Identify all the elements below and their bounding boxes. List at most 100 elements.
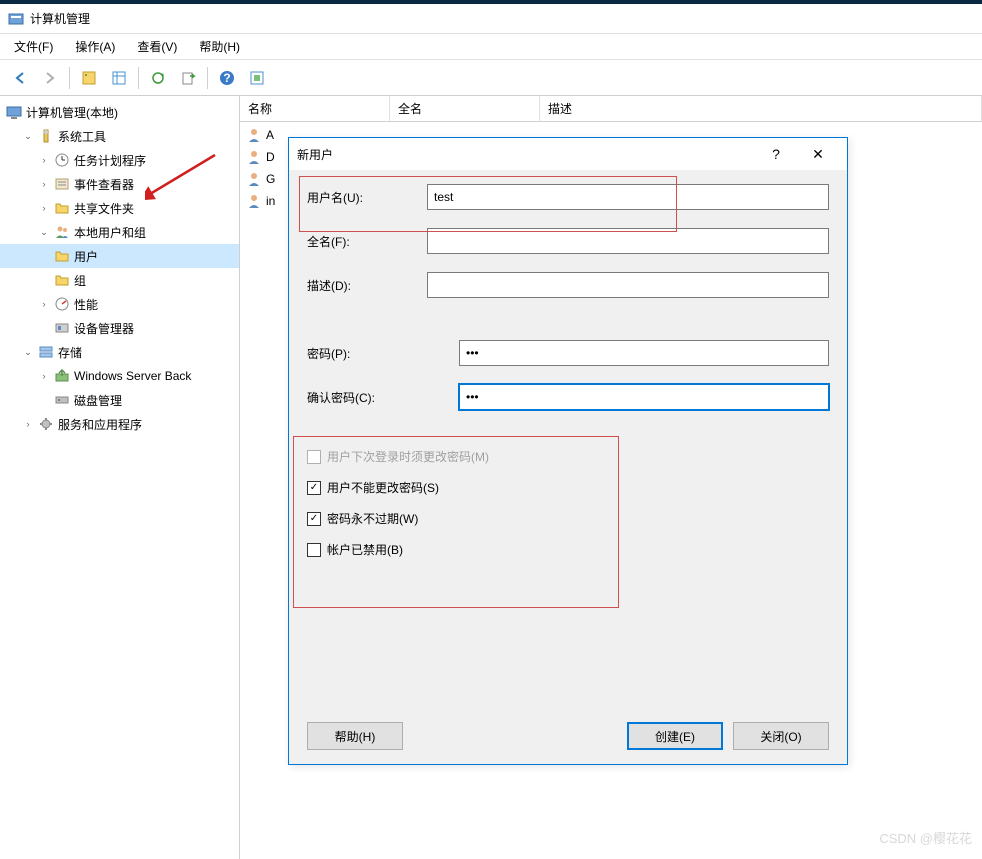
cell: in	[266, 194, 275, 208]
check-never-expire[interactable]: ✓ 密码永不过期(W)	[307, 510, 829, 527]
user-icon	[246, 193, 262, 209]
tree-label: 计算机管理(本地)	[26, 104, 118, 121]
tools-icon	[38, 128, 54, 144]
col-desc[interactable]: 描述	[540, 96, 982, 121]
folder-icon	[54, 272, 70, 288]
col-name[interactable]: 名称	[240, 96, 390, 121]
tree-event-viewer[interactable]: › 事件查看器	[0, 172, 239, 196]
desc-input[interactable]	[427, 272, 829, 298]
tree-label: 事件查看器	[74, 176, 134, 193]
list-header: 名称 全名 描述	[240, 96, 982, 122]
dialog-buttons: 帮助(H) 创建(E) 关闭(O)	[307, 704, 829, 750]
tree-system-tools[interactable]: ⌄ 系统工具	[0, 124, 239, 148]
row-confirm: 确认密码(C):	[307, 384, 829, 410]
close-button[interactable]: 关闭(O)	[733, 722, 829, 750]
username-label: 用户名(U):	[307, 189, 427, 206]
refresh-button[interactable]	[144, 64, 172, 92]
expand-icon[interactable]: ›	[38, 178, 50, 190]
tree-local-users[interactable]: ⌄ 本地用户和组	[0, 220, 239, 244]
tree-label: 设备管理器	[74, 320, 134, 337]
backup-icon	[54, 368, 70, 384]
toolbar: ?	[0, 60, 982, 96]
check-cant-change[interactable]: ✓ 用户不能更改密码(S)	[307, 479, 829, 496]
export-button[interactable]	[174, 64, 202, 92]
row-password: 密码(P):	[307, 340, 829, 366]
close-icon[interactable]: ✕	[797, 140, 839, 168]
toolbar-btn-3[interactable]	[243, 64, 271, 92]
spacer	[307, 428, 829, 448]
folder-icon	[54, 248, 70, 264]
menu-file[interactable]: 文件(F)	[4, 35, 63, 58]
dialog-help-button[interactable]: ?	[755, 146, 797, 162]
checkbox-icon[interactable]	[307, 543, 321, 557]
toolbar-sep	[69, 67, 70, 89]
expand-icon[interactable]: ⌄	[22, 130, 34, 142]
password-input[interactable]	[459, 340, 829, 366]
tree-root[interactable]: 计算机管理(本地)	[0, 100, 239, 124]
cell: D	[266, 150, 275, 164]
forward-button[interactable]	[36, 64, 64, 92]
menu-help[interactable]: 帮助(H)	[189, 35, 250, 58]
toolbar-btn-1[interactable]	[75, 64, 103, 92]
help-button[interactable]: ?	[213, 64, 241, 92]
expand-icon[interactable]: ›	[38, 202, 50, 214]
back-button[interactable]	[6, 64, 34, 92]
tree-users[interactable]: 用户	[0, 244, 239, 268]
create-button[interactable]: 创建(E)	[627, 722, 723, 750]
folder-icon	[54, 200, 70, 216]
menu-view[interactable]: 查看(V)	[127, 35, 187, 58]
tree-task-scheduler[interactable]: › 任务计划程序	[0, 148, 239, 172]
confirm-password-input[interactable]	[459, 384, 829, 410]
storage-icon	[38, 344, 54, 360]
checkbox-icon[interactable]: ✓	[307, 512, 321, 526]
tree-device-mgr[interactable]: 设备管理器	[0, 316, 239, 340]
desc-label: 描述(D):	[307, 277, 427, 294]
dialog-titlebar[interactable]: 新用户 ? ✕	[289, 138, 847, 170]
expand-icon[interactable]: ›	[22, 418, 34, 430]
expand-icon[interactable]: ›	[38, 298, 50, 310]
services-icon	[38, 416, 54, 432]
user-icon	[246, 171, 262, 187]
col-fullname[interactable]: 全名	[390, 96, 540, 121]
watermark: CSDN @樱花花	[879, 828, 972, 847]
checkbox-icon	[307, 450, 321, 464]
row-fullname: 全名(F):	[307, 228, 829, 254]
titlebar: 计算机管理	[0, 4, 982, 34]
expand-icon[interactable]: ›	[38, 154, 50, 166]
users-icon	[54, 224, 70, 240]
tree-label: 本地用户和组	[74, 224, 146, 241]
tree-storage[interactable]: ⌄ 存储	[0, 340, 239, 364]
tree-label: 性能	[74, 296, 98, 313]
spacer	[307, 316, 829, 340]
tree-label: 组	[74, 272, 86, 289]
tree-shared-folders[interactable]: › 共享文件夹	[0, 196, 239, 220]
tree-label: Windows Server Back	[74, 369, 191, 383]
tree-label: 系统工具	[58, 128, 106, 145]
fullname-input[interactable]	[427, 228, 829, 254]
checkbox-icon[interactable]: ✓	[307, 481, 321, 495]
check-label: 帐户已禁用(B)	[327, 541, 403, 558]
device-icon	[54, 320, 70, 336]
tree-performance[interactable]: › 性能	[0, 292, 239, 316]
nav-tree: 计算机管理(本地) ⌄ 系统工具 › 任务计划程序 › 事件查看器 › 共享文件…	[0, 96, 240, 859]
expand-icon[interactable]: ⌄	[38, 226, 50, 238]
tree-disk-mgmt[interactable]: 磁盘管理	[0, 388, 239, 412]
tree-services[interactable]: › 服务和应用程序	[0, 412, 239, 436]
check-disabled[interactable]: 帐户已禁用(B)	[307, 541, 829, 558]
svg-text:?: ?	[223, 71, 230, 85]
tree-label: 用户	[74, 248, 98, 265]
help-button[interactable]: 帮助(H)	[307, 722, 403, 750]
confirm-label: 确认密码(C):	[307, 389, 459, 406]
tree-wsb[interactable]: › Windows Server Back	[0, 364, 239, 388]
check-label: 密码永不过期(W)	[327, 510, 418, 527]
event-icon	[54, 176, 70, 192]
expand-icon[interactable]: ⌄	[22, 346, 34, 358]
row-username: 用户名(U):	[307, 184, 829, 210]
menu-action[interactable]: 操作(A)	[65, 35, 125, 58]
cell: G	[266, 172, 275, 186]
tree-label: 存储	[58, 344, 82, 361]
expand-icon[interactable]: ›	[38, 370, 50, 382]
username-input[interactable]	[427, 184, 829, 210]
toolbar-btn-2[interactable]	[105, 64, 133, 92]
tree-groups[interactable]: 组	[0, 268, 239, 292]
